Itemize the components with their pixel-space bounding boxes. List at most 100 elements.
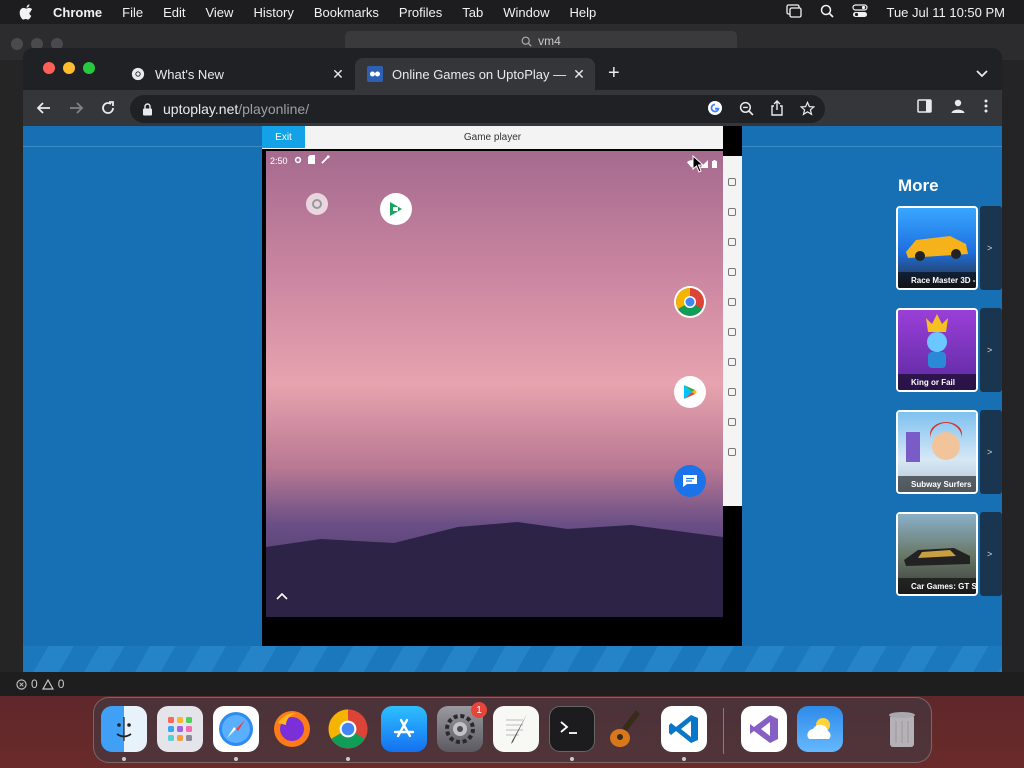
play-store-icon[interactable] [674,376,706,408]
card-next-arrow[interactable]: > [980,410,1002,494]
visual-studio-icon[interactable] [741,706,787,752]
vscode-icon[interactable] [661,706,707,752]
card-next-arrow[interactable]: > [980,206,1002,290]
system-settings-icon[interactable]: 1 [437,702,487,752]
emulator-tool-icon[interactable] [728,448,736,456]
menu-edit[interactable]: Edit [163,5,185,20]
spotlight-icon[interactable] [820,4,835,21]
url-path: /playonline/ [238,101,310,117]
menu-help[interactable]: Help [570,5,597,20]
game-player-title: Game player [463,132,522,143]
profile-avatar-icon[interactable] [950,98,966,119]
launchpad-icon[interactable] [157,706,203,752]
reload-button[interactable] [98,98,118,118]
lock-icon[interactable] [142,102,153,116]
forward-button[interactable] [66,98,86,118]
error-count: 0 [31,677,38,691]
game-card-race-master[interactable]: Race Master 3D - [896,206,978,290]
kebab-menu-icon[interactable] [984,99,988,118]
address-bar[interactable]: uptoplay.net/playonline/ [130,95,825,123]
sd-card-icon [307,155,315,166]
wrench-icon [320,155,330,166]
vm-activity-bar [0,60,22,672]
problems-indicator[interactable]: 0 0 [16,677,64,691]
dock-separator [723,708,724,754]
menu-bookmarks[interactable]: Bookmarks [314,5,379,20]
emulator-tool-icon[interactable] [728,238,736,246]
forward-arrow-icon [70,102,84,114]
emulator-tool-icon[interactable] [728,178,736,186]
apple-menu-icon[interactable] [19,4,35,20]
zoom-window-button[interactable] [83,62,95,74]
finder-icon[interactable] [101,706,147,752]
terminal-icon[interactable] [549,706,595,752]
menu-history[interactable]: History [253,5,293,20]
game-card-caption: Car Games: GT Sp [898,578,976,594]
menu-tab[interactable]: Tab [462,5,483,20]
zoom-icon[interactable] [739,101,754,119]
game-card-caption: Race Master 3D - [898,272,976,288]
android-status-bar: 2:50 [270,155,330,166]
exit-button[interactable]: Exit [262,126,305,148]
screen-mirroring-icon[interactable] [786,3,803,21]
emulator-tool-icon[interactable] [728,388,736,396]
wallpaper-mountains [266,522,723,617]
menu-file[interactable]: File [122,5,143,20]
android-emulator-screen[interactable]: 2:50 [266,151,723,617]
menu-view[interactable]: View [205,5,233,20]
google-play-games-icon[interactable] [380,193,412,225]
game-card-subway-surfers[interactable]: Subway Surfers [896,410,978,494]
app-store-icon[interactable] [381,706,427,752]
app-menu[interactable]: Chrome [53,5,102,20]
battery-icon [712,155,717,173]
app-drawer-chevron-icon[interactable] [276,589,288,603]
chrome-app-icon[interactable] [674,286,706,318]
card-next-arrow[interactable]: > [980,308,1002,392]
side-panel-icon[interactable] [917,99,932,118]
google-lens-icon[interactable] [707,100,723,119]
minimize-window-button[interactable] [63,62,75,74]
chrome-icon [130,66,146,82]
control-center-icon[interactable] [852,3,869,21]
menubar-clock[interactable]: Tue Jul 11 10:50 PM [886,5,1005,20]
tab-title: Online Games on UptoPlay — P [392,66,569,82]
textedit-icon[interactable] [493,706,539,752]
menu-window[interactable]: Window [503,5,549,20]
tab-uptoplay[interactable]: Online Games on UptoPlay — P ✕ [355,58,595,90]
dock: 1 [93,697,932,763]
warning-icon [41,678,54,690]
safari-icon[interactable] [213,706,259,752]
game-card-car-games-gt[interactable]: Car Games: GT Sp [896,512,978,596]
new-tab-button[interactable]: + [608,62,620,85]
emulator-tool-icon[interactable] [728,208,736,216]
android-time: 2:50 [270,155,288,166]
close-tab-icon[interactable]: ✕ [328,66,348,83]
card-next-arrow[interactable]: > [980,512,1002,596]
weather-icon[interactable] [797,706,843,752]
mouse-cursor-icon [692,154,705,178]
close-window-button[interactable] [43,62,55,74]
emulator-tool-icon[interactable] [728,358,736,366]
close-tab-icon[interactable]: ✕ [569,66,589,83]
messages-app-icon[interactable] [674,465,706,497]
bookmark-star-icon[interactable] [799,100,816,119]
tab-strip: What's New ✕ Online Games on UptoPlay — … [23,48,1002,90]
chrome-icon[interactable] [325,706,371,752]
firefox-icon[interactable] [269,706,315,752]
emulator-tool-icon[interactable] [728,328,736,336]
running-indicator [346,757,350,761]
back-button[interactable] [34,98,54,118]
emulator-tool-icon[interactable] [728,418,736,426]
tab-whats-new[interactable]: What's New ✕ [118,58,354,90]
tab-search-chevron-icon[interactable] [976,65,988,83]
garageband-icon[interactable] [605,706,651,752]
search-icon [521,36,532,47]
menu-profiles[interactable]: Profiles [399,5,442,20]
trash-icon[interactable] [879,706,925,752]
game-player: Game player Exit 2:50 [262,126,742,646]
share-icon[interactable] [770,100,784,119]
game-card-king-or-fail[interactable]: King or Fail [896,308,978,392]
emulator-tool-icon[interactable] [728,268,736,276]
emulator-tool-icon[interactable] [728,298,736,306]
vm-close-button[interactable] [11,38,23,50]
